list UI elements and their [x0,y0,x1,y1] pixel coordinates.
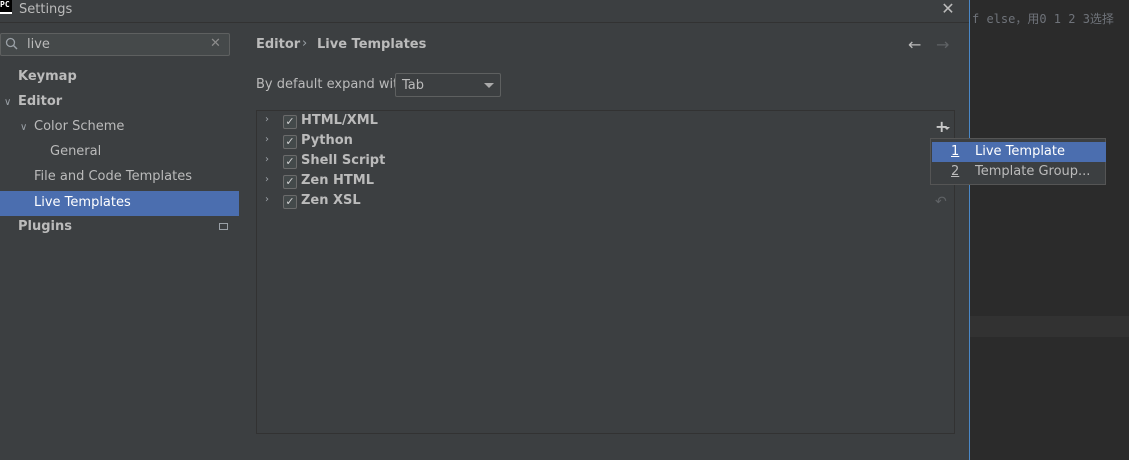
background-code-text: f else，用0 1 2 3选择 [972,12,1114,26]
search-input[interactable] [27,36,207,53]
menu-item-template-group[interactable]: 2 Template Group... [932,162,1106,182]
tree-row[interactable]: › ✓ Shell Script [265,152,565,172]
tree-row[interactable]: › ✓ HTML/XML [265,112,565,132]
expand-with-select[interactable]: Tab [395,73,501,97]
checkbox-icon[interactable]: ✓ [283,115,297,129]
expand-with-label: By default expand with [256,77,407,92]
chevron-down-icon[interactable]: ∨ [20,122,27,133]
menu-item-label: Live Template [975,144,1065,159]
sidebar-item-plugins[interactable]: Plugins [18,215,72,240]
close-icon: ✕ [941,0,955,18]
sidebar-item-editor[interactable]: Editor [18,90,62,115]
sidebar-item-live-templates[interactable]: Live Templates [0,191,239,216]
checkbox-icon[interactable]: ✓ [283,135,297,149]
settings-search[interactable]: ✕ [0,33,230,56]
checkbox-icon[interactable]: ✓ [283,155,297,169]
expand-with-value: Tab [402,78,425,93]
app-logo: PC [0,0,12,14]
project-level-icon [219,223,228,230]
sidebar-item-general[interactable]: General [50,140,101,165]
chevron-right-icon[interactable]: › [265,114,269,125]
sidebar-item-file-and-code-templates[interactable]: File and Code Templates [34,165,192,190]
breadcrumb-separator: › [302,36,308,51]
template-group-label: Zen XSL [301,193,361,208]
window-title: Settings [19,2,73,17]
title-bar: PC Settings ✕ [0,0,969,23]
checkbox-icon[interactable]: ✓ [283,195,297,209]
back-arrow-icon[interactable]: ← [908,35,921,54]
chevron-right-icon[interactable]: › [265,194,269,205]
undo-icon[interactable]: ↶ [935,194,947,210]
search-icon [5,37,18,50]
dropdown-arrow-icon [484,83,494,88]
close-button[interactable]: ✕ [938,0,958,20]
chevron-down-icon[interactable]: ∨ [4,97,11,108]
template-group-label: HTML/XML [301,113,378,128]
background-editor-current-line [970,316,1129,337]
menu-item-mnemonic: 1 [951,144,960,159]
breadcrumb-parent[interactable]: Editor [256,37,300,52]
menu-item-live-template[interactable]: 1 Live Template [932,142,1106,162]
template-group-label: Shell Script [301,153,386,168]
template-tree: › ✓ HTML/XML › ✓ Python › ✓ Shell Script… [256,110,930,434]
menu-item-mnemonic: 2 [951,164,960,179]
tree-row[interactable]: › ✓ Python [265,132,565,152]
sidebar-item-color-scheme[interactable]: Color Scheme [34,115,124,140]
chevron-right-icon[interactable]: › [265,154,269,165]
add-popup-menu: 1 Live Template 2 Template Group... [930,138,1106,185]
forward-arrow-icon[interactable]: → [936,35,949,54]
chevron-right-icon[interactable]: › [265,174,269,185]
clear-search-icon[interactable]: ✕ [210,36,221,51]
page-title: Live Templates [317,37,427,52]
chevron-right-icon[interactable]: › [265,134,269,145]
background-editor [970,0,1129,460]
settings-dialog: PC Settings ✕ ✕ Keymap ∨ Editor ∨ Color … [0,0,970,460]
sidebar-item-keymap[interactable]: Keymap [18,65,77,90]
tree-row[interactable]: › ✓ Zen HTML [265,172,565,192]
template-group-label: Python [301,133,353,148]
add-dropdown-indicator-icon [944,127,950,130]
menu-item-label: Template Group... [975,164,1091,179]
template-group-label: Zen HTML [301,173,374,188]
tree-row[interactable]: › ✓ Zen XSL [265,192,565,212]
checkbox-icon[interactable]: ✓ [283,175,297,189]
